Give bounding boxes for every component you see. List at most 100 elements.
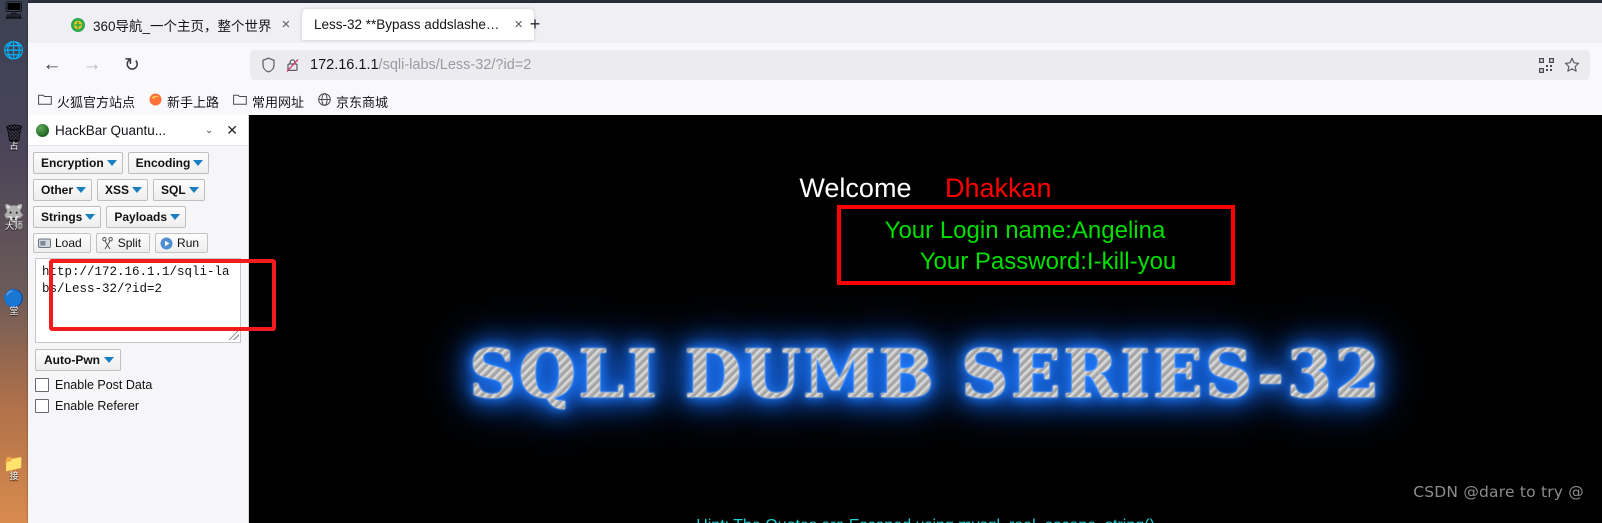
hackbar-action-row: Load Split Run xyxy=(33,233,244,253)
csdn-watermark: CSDN @dare to try @ xyxy=(1413,483,1584,501)
strings-dropdown[interactable]: Strings xyxy=(33,206,102,228)
forward-button[interactable]: → xyxy=(76,49,108,81)
desktop-icon-label: 接 xyxy=(9,472,19,482)
globe-icon xyxy=(318,92,331,110)
chevron-down-icon xyxy=(170,214,181,220)
load-label: Load xyxy=(55,236,82,250)
bookmark-item[interactable]: 新手上路 xyxy=(149,92,219,111)
hackbar-row-1: Encryption Encoding xyxy=(33,152,244,174)
desktop-icon-label: 大师 xyxy=(4,222,23,232)
lock-crossed-icon[interactable] xyxy=(282,55,302,75)
new-tab-button[interactable]: + xyxy=(524,14,546,36)
bookmark-label: 新手上路 xyxy=(167,95,220,111)
hint-text: Hint: The Quotes are Escaped using mysql… xyxy=(249,517,1602,523)
run-button[interactable]: Run xyxy=(155,233,209,253)
close-icon[interactable]: ✕ xyxy=(222,122,242,139)
hackbar-sidebar: HackBar Quantu... ⌄ ✕ Encryption Encodin… xyxy=(28,115,249,523)
desktop-icon-label: 堂 xyxy=(9,307,19,317)
computer-icon: 🖥 xyxy=(3,1,25,20)
firefox-icon xyxy=(149,93,162,110)
desktop-icon-label: 占 xyxy=(9,142,19,152)
bookmarks-bar: 火狐官方站点 新手上路 常用网址 京东商城 xyxy=(28,87,1602,115)
desktop-icon[interactable]: 🔵 堂 xyxy=(1,290,27,317)
shield-icon[interactable] xyxy=(258,55,278,75)
back-button[interactable]: ← xyxy=(36,49,68,81)
run-label: Run xyxy=(177,236,200,250)
tab-less-32[interactable]: Less-32 **Bypass addslashes()** × xyxy=(302,9,534,40)
encryption-label: Encryption xyxy=(41,156,104,170)
browser-window: 360导航_一个主页，整个世界 × Less-32 **Bypass addsl… xyxy=(28,3,1602,523)
app-circle-icon: 🔵 xyxy=(3,289,25,308)
trash-icon: 🗑 xyxy=(3,124,25,143)
bookmark-item[interactable]: 常用网址 xyxy=(233,92,304,111)
sidebar-header: HackBar Quantu... ⌄ ✕ xyxy=(28,115,248,146)
other-label: Other xyxy=(41,183,74,197)
hackbar-url-area: http://172.16.1.1/sqli-labs/Less-32/?id=… xyxy=(35,258,242,343)
sql-label: SQL xyxy=(161,183,186,197)
tab-strip: 360导航_一个主页，整个世界 × Less-32 **Bypass addsl… xyxy=(28,6,1602,43)
load-button[interactable]: Load xyxy=(33,233,91,253)
hackbar-options: Auto-Pwn Enable Post Data Enable Referer xyxy=(28,343,248,413)
enable-referer-row[interactable]: Enable Referer xyxy=(35,399,242,413)
globe-icon: 🌐 xyxy=(3,41,25,60)
bookmark-label: 常用网址 xyxy=(252,95,305,111)
desktop-icon[interactable]: 🗑 占 xyxy=(1,125,27,152)
bookmark-item[interactable]: 京东商城 xyxy=(318,92,388,111)
page-content: Welcome Dhakkan Your Login name:Angelina… xyxy=(249,115,1602,523)
enable-post-data-row[interactable]: Enable Post Data xyxy=(35,378,242,392)
qr-code-icon[interactable] xyxy=(1536,55,1556,75)
enable-post-data-checkbox[interactable] xyxy=(35,378,49,392)
tab-title: Less-32 **Bypass addslashes()** xyxy=(314,17,505,32)
url-path: /sqli-labs/Less-32/?id=2 xyxy=(378,57,532,73)
split-button[interactable]: Split xyxy=(95,233,151,253)
desktop-icon[interactable]: 🖥 xyxy=(1,2,27,19)
resize-handle[interactable] xyxy=(229,330,239,340)
chevron-down-icon xyxy=(85,214,96,220)
other-dropdown[interactable]: Other xyxy=(33,179,93,201)
payloads-label: Payloads xyxy=(114,210,168,224)
bookmark-item[interactable]: 火狐官方站点 xyxy=(38,92,135,111)
chevron-down-icon xyxy=(188,187,199,193)
chevron-down-icon[interactable]: ⌄ xyxy=(202,125,216,136)
address-bar[interactable]: 172.16.1.1/sqli-labs/Less-32/?id=2 xyxy=(250,50,1590,80)
sql-dropdown[interactable]: SQL xyxy=(153,179,205,201)
split-label: Split xyxy=(117,236,142,250)
hackbar-toolbar: Encryption Encoding Other XSS SQL String… xyxy=(28,146,248,343)
hackbar-url-input[interactable]: http://172.16.1.1/sqli-labs/Less-32/?id=… xyxy=(35,258,241,343)
xss-dropdown[interactable]: XSS xyxy=(97,179,149,201)
desktop-background-strip: 🖥 🌐 🗑 占 🐺 大师 🔵 堂 📁 接 xyxy=(0,0,28,523)
folder-icon: 📁 xyxy=(3,454,25,473)
login-name-text: Your Login name:Angelina xyxy=(884,217,1166,244)
chevron-down-icon xyxy=(106,160,117,166)
chevron-down-icon xyxy=(132,187,143,193)
desktop-icon[interactable]: 🌐 xyxy=(1,42,27,59)
desktop-icon[interactable]: 🐺 大师 xyxy=(1,205,27,232)
url-text: 172.16.1.1/sqli-labs/Less-32/?id=2 xyxy=(310,57,1536,73)
encoding-label: Encoding xyxy=(135,156,191,170)
bookmark-label: 火狐官方站点 xyxy=(57,95,136,111)
sidebar-title: HackBar Quantu... xyxy=(55,122,167,138)
tab-360-navigation[interactable]: 360导航_一个主页，整个世界 × xyxy=(58,9,313,40)
hackbar-row-2: Other XSS SQL xyxy=(33,179,244,201)
encoding-dropdown[interactable]: Encoding xyxy=(127,152,210,174)
enable-referer-checkbox[interactable] xyxy=(35,399,49,413)
bookmark-label: 京东商城 xyxy=(336,95,389,111)
enable-post-data-label: Enable Post Data xyxy=(55,378,153,392)
star-bookmark-icon[interactable] xyxy=(1562,55,1582,75)
strings-label: Strings xyxy=(41,210,83,224)
reload-button[interactable]: ↻ xyxy=(116,49,148,81)
folder-icon xyxy=(233,93,247,109)
tab-title: 360导航_一个主页，整个世界 xyxy=(93,18,272,34)
welcome-name: Dhakkan xyxy=(944,173,1052,203)
split-icon xyxy=(101,236,114,250)
hackbar-row-3: Strings Payloads xyxy=(33,206,244,228)
load-icon xyxy=(38,237,51,250)
banner-text: SQLI DUMB SERIES-32 xyxy=(468,335,1383,413)
url-host: 172.16.1.1 xyxy=(310,57,379,73)
360-icon xyxy=(70,17,86,33)
tab-close-icon[interactable]: × xyxy=(279,17,294,32)
payloads-dropdown[interactable]: Payloads xyxy=(106,206,187,228)
desktop-icon[interactable]: 📁 接 xyxy=(1,455,27,482)
encryption-dropdown[interactable]: Encryption xyxy=(33,152,123,174)
auto-pwn-dropdown[interactable]: Auto-Pwn xyxy=(35,349,121,371)
